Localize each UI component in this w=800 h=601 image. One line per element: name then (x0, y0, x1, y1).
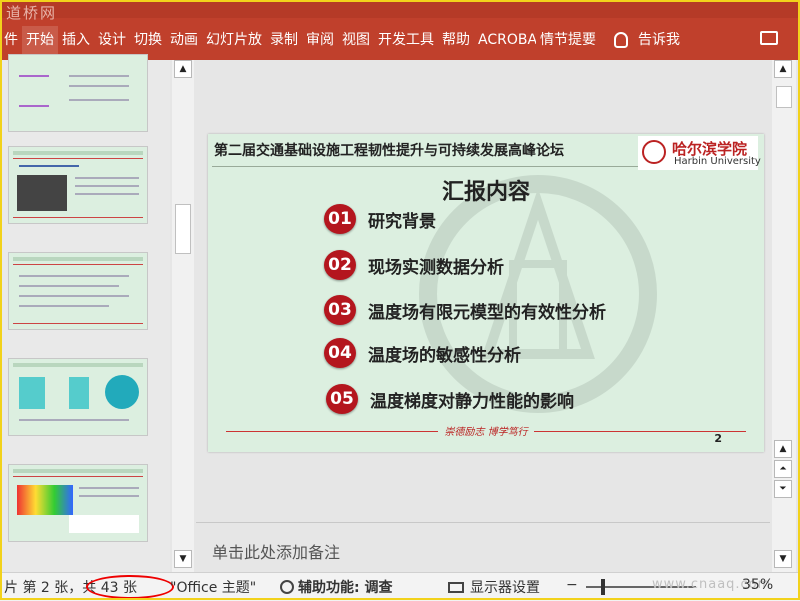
scroll-down-icon[interactable]: ▼ (774, 550, 792, 568)
scroll-thumb[interactable] (175, 204, 191, 254)
tab-record[interactable]: 录制 (266, 26, 302, 54)
tab-review[interactable]: 审阅 (302, 26, 338, 54)
toc-number-badge: 03 (324, 295, 356, 325)
scroll-up-icon[interactable]: ▲ (774, 440, 792, 458)
accessibility-status[interactable]: 辅助功能: 调查 (280, 577, 392, 597)
previous-slide-icon[interactable]: ⏶ (774, 460, 792, 478)
tab-insert[interactable]: 插入 (58, 26, 94, 54)
ribbon-tabs: 件 开始 插入 设计 切换 动画 幻灯片放 录制 审阅 视图 开发工具 帮助 A… (0, 26, 684, 54)
toc-label: 现场实测数据分析 (368, 257, 504, 278)
toc-label: 温度场的敏感性分析 (368, 345, 521, 366)
notes-placeholder[interactable]: 单击此处添加备注 (212, 539, 340, 563)
slide-motto: 崇德励志 博学笃行 (208, 423, 764, 438)
slide-thumbnail[interactable] (8, 464, 148, 542)
display-icon (448, 582, 464, 593)
tab-developer[interactable]: 开发工具 (374, 26, 438, 54)
toc-number-badge: 01 (324, 204, 356, 234)
toc-number-badge: 05 (326, 384, 358, 414)
toc-label: 研究背景 (368, 211, 436, 232)
slide-editor: 第二届交通基础设施工程韧性提升与可持续发展高峰论坛 哈尔滨学院 Harbin U… (196, 60, 770, 530)
slide-title: 第二届交通基础设施工程韧性提升与可持续发展高峰论坛 (214, 143, 564, 159)
tell-me-box[interactable]: 告诉我 (614, 26, 684, 54)
tab-acrobat[interactable]: ACROBAT (474, 26, 536, 54)
zoom-level[interactable]: 35% (742, 577, 773, 593)
notes-divider[interactable] (196, 522, 770, 523)
toc-number-badge: 02 (324, 250, 356, 280)
tab-animations[interactable]: 动画 (166, 26, 202, 54)
zoom-out-button[interactable]: − (566, 577, 578, 593)
tab-home[interactable]: 开始 (22, 26, 58, 54)
toc-label: 温度场有限元模型的有效性分析 (368, 302, 606, 323)
theme-name: "Office 主题" (170, 580, 257, 596)
university-emblem-icon (642, 140, 666, 164)
toc-item: 05 温度梯度对静力性能的影响 (326, 384, 574, 414)
tab-storyboard[interactable]: 情节提要 (536, 26, 600, 54)
slide-heading: 汇报内容 (441, 180, 530, 205)
slide-thumbnail[interactable] (8, 252, 148, 330)
brand-watermark: 道桥网 (6, 4, 58, 22)
tab-help[interactable]: 帮助 (438, 26, 474, 54)
next-slide-icon[interactable]: ⏷ (774, 480, 792, 498)
toc-label: 温度梯度对静力性能的影响 (370, 391, 574, 412)
toc-item: 04 温度场的敏感性分析 (324, 338, 521, 368)
thumbnail-scrollbar[interactable]: ▲ ▼ (172, 60, 194, 572)
tab-slideshow[interactable]: 幻灯片放 (202, 26, 266, 54)
editor-scrollbar[interactable]: ▲ ▲ ⏶ ⏷ ▼ (772, 60, 796, 572)
slide-thumbnail-pane (0, 54, 170, 572)
slide-page-number: 2 (714, 432, 722, 445)
slide-thumbnail[interactable] (8, 54, 148, 132)
scroll-down-icon[interactable]: ▼ (174, 550, 192, 568)
slide-thumbnail[interactable] (8, 146, 148, 224)
zoom-slider-thumb[interactable] (601, 579, 605, 595)
tell-me-label: 告诉我 (638, 32, 680, 48)
toc-item: 01 研究背景 (324, 204, 436, 234)
scroll-up-icon[interactable]: ▲ (174, 60, 192, 78)
toc-item: 02 现场实测数据分析 (324, 250, 504, 280)
lightbulb-icon (614, 32, 628, 48)
scroll-up-icon[interactable]: ▲ (774, 60, 792, 78)
notes-pane[interactable]: 单击此处添加备注 (196, 530, 770, 570)
scroll-thumb[interactable] (776, 86, 792, 108)
tab-view[interactable]: 视图 (338, 26, 374, 54)
status-bar: 片 第 2 张，共 43 张 "Office 主题" 辅助功能: 调查 显示器设… (0, 572, 800, 601)
toc-number-badge: 04 (324, 338, 356, 368)
university-logo: 哈尔滨学院 Harbin University (638, 136, 761, 170)
tab-transitions[interactable]: 切换 (130, 26, 166, 54)
accessibility-icon (280, 580, 294, 594)
tab-file[interactable]: 件 (0, 26, 22, 54)
highlight-circle (86, 575, 174, 599)
ribbon: 道桥网 件 开始 插入 设计 切换 动画 幻灯片放 录制 审阅 视图 开发工具 … (0, 0, 800, 60)
tab-design[interactable]: 设计 (94, 26, 130, 54)
toc-item: 03 温度场有限元模型的有效性分析 (324, 295, 606, 325)
display-settings-button[interactable]: 显示器设置 (448, 577, 540, 597)
title-bar (0, 0, 800, 18)
comment-icon[interactable] (760, 31, 778, 45)
slide-thumbnail[interactable] (8, 358, 148, 436)
current-slide[interactable]: 第二届交通基础设施工程韧性提升与可持续发展高峰论坛 哈尔滨学院 Harbin U… (208, 134, 764, 452)
